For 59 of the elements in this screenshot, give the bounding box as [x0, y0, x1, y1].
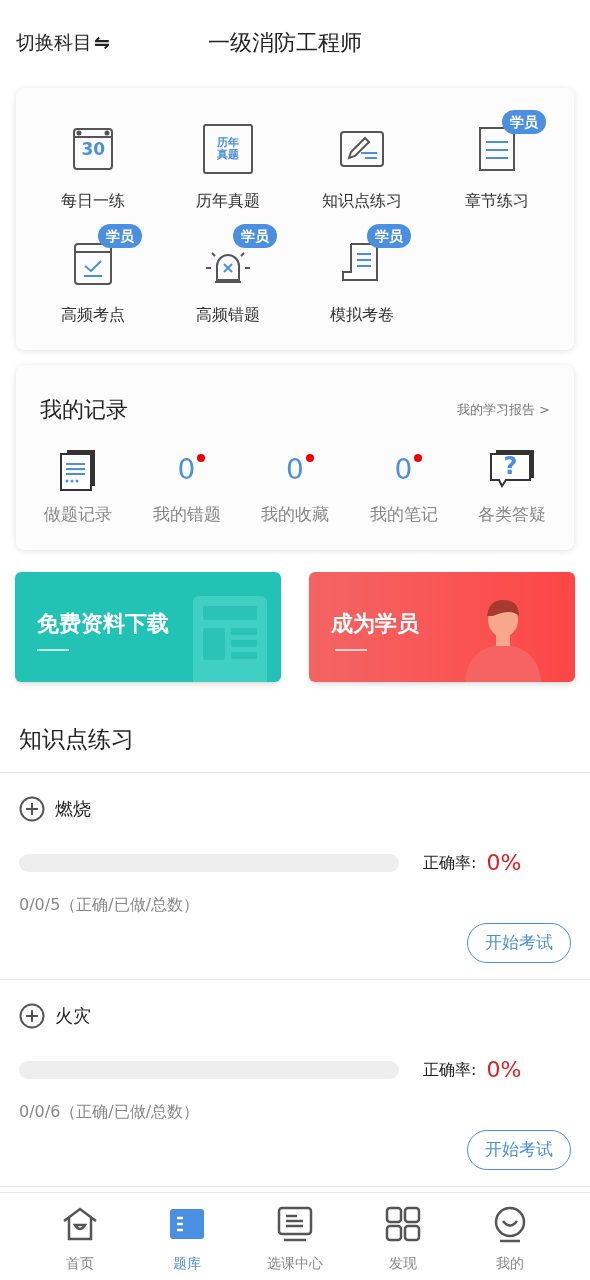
accuracy-value: 0% [486, 1056, 522, 1084]
nav-tab[interactable]: 题库 [133, 1193, 242, 1280]
accuracy-label: 正确率: [423, 1058, 477, 1081]
count-value: 0 [177, 456, 196, 484]
page-title: 一级消防工程师 [208, 29, 362, 57]
feature-label: 章节练习 [464, 190, 529, 212]
banner-title: 成为学员 [331, 610, 419, 638]
download-banner[interactable]: 免费资料下载 [15, 572, 281, 682]
record-item[interactable]: ? 各类答疑 [462, 448, 562, 528]
nav-tab[interactable]: 首页 [26, 1193, 134, 1280]
monitor-icon [275, 1205, 315, 1243]
feature-item[interactable]: 历年真题 历年真题 [160, 110, 295, 224]
member-badge: 学员 [98, 224, 142, 248]
calendar-date: 30 [80, 141, 107, 158]
record-item[interactable]: 做题记录 [28, 448, 128, 528]
question-mark: ? [502, 454, 519, 478]
feature-item[interactable]: 学员 模拟考卷 [295, 224, 430, 338]
nav-tab[interactable]: 发现 [348, 1193, 457, 1280]
record-label: 我的笔记 [369, 503, 438, 526]
record-label: 做题记录 [44, 503, 112, 526]
feature-item[interactable]: 学员 章节练习 [429, 110, 564, 224]
feature-label: 知识点练习 [322, 190, 403, 212]
topic-name: 火灾 [55, 1004, 91, 1028]
progress-stats: 0/0/5（正确/已做/总数） [19, 894, 201, 916]
nav-tab[interactable]: 我的 [456, 1193, 564, 1280]
records-title: 我的记录 [40, 396, 128, 424]
nav-tab[interactable]: 选课中心 [241, 1193, 349, 1280]
record-label: 各类答疑 [478, 503, 546, 526]
record-item[interactable]: 0 我的错题 [136, 448, 237, 528]
record-item[interactable]: 0 我的笔记 [353, 448, 454, 528]
feature-label: 历年真题 [195, 190, 260, 212]
membership-banner[interactable]: 成为学员 [309, 572, 575, 682]
feature-label: 模拟考卷 [330, 304, 395, 326]
banner-title: 免费资料下载 [37, 610, 169, 638]
record-label: 我的错题 [152, 503, 221, 526]
member-badge: 学员 [501, 110, 546, 134]
feature-item[interactable]: 学员 高频错题 [160, 224, 295, 338]
count-value: 0 [286, 456, 304, 484]
feature-label: 高频错题 [195, 304, 260, 326]
expand-icon[interactable] [19, 1002, 45, 1029]
study-report-link[interactable]: 我的学习报告 > [456, 399, 550, 420]
feature-label: 每日一练 [61, 190, 126, 212]
topic-name: 燃烧 [55, 797, 91, 821]
progress-stats: 0/0/6（正确/已做/总数） [19, 1101, 201, 1123]
icon-caption: 历年真题 [215, 136, 240, 162]
expand-icon[interactable] [19, 795, 45, 822]
member-badge: 学员 [232, 224, 277, 248]
count-value: 0 [394, 456, 413, 484]
accuracy-label: 正确率: [423, 851, 477, 874]
record-item[interactable]: 0 我的收藏 [245, 448, 345, 528]
feature-item[interactable]: 学员 高频考点 [26, 224, 161, 338]
feature-item[interactable]: 知识点练习 [295, 110, 430, 224]
member-badge: 学员 [367, 224, 411, 248]
record-label: 我的收藏 [261, 503, 329, 526]
feature-item[interactable]: 30 每日一练 [26, 110, 161, 224]
feature-label: 高频考点 [61, 304, 126, 326]
accuracy-value: 0% [486, 849, 522, 877]
switch-subject-button[interactable]: 切换科目⇋ [16, 28, 110, 57]
section-title: 知识点练习 [19, 724, 134, 754]
